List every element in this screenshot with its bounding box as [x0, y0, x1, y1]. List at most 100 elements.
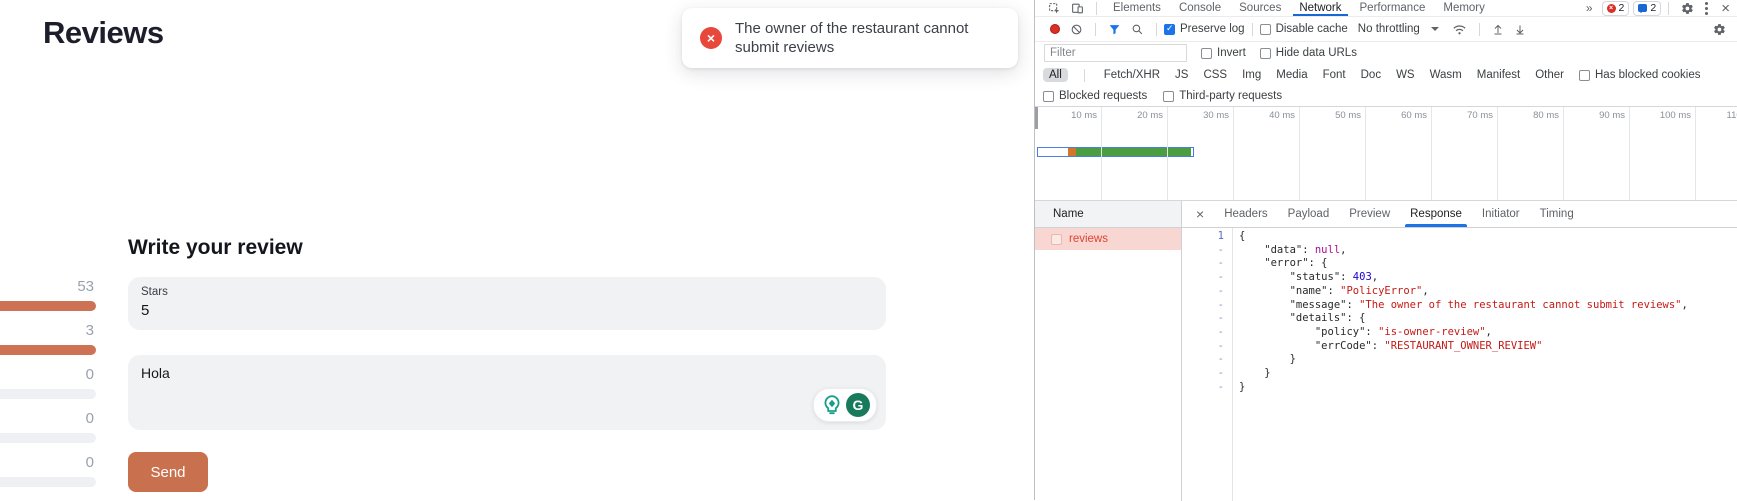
type-filter-css[interactable]: CSS [1200, 68, 1230, 82]
more-tabs-button[interactable]: » [1581, 1, 1598, 15]
request-waterfall-bar[interactable] [1037, 147, 1194, 157]
third-party-requests-group: Third-party requests [1163, 90, 1282, 102]
hide-data-urls-checkbox[interactable] [1260, 48, 1271, 59]
send-button[interactable]: Send [128, 452, 208, 492]
code-line: } [1239, 353, 1688, 367]
stars-select-field[interactable]: Stars 5 [128, 277, 886, 330]
detail-tab-payload[interactable]: Payload [1278, 201, 1340, 227]
filter-input[interactable] [1044, 44, 1187, 62]
type-filter-list: All Fetch/XHR JS CSS Img Media Font Doc WS Wasm Ma… [1043, 68, 1567, 82]
fold-marker[interactable]: - [1182, 326, 1224, 340]
code-line: "details": { [1239, 312, 1688, 326]
type-filter-img[interactable]: Img [1239, 68, 1264, 82]
tab-console[interactable]: Console [1170, 0, 1230, 16]
timeline-tick-label: 20 ms [1137, 110, 1167, 121]
grammarly-widget[interactable]: G [813, 388, 877, 422]
filter-funnel-icon[interactable] [1103, 23, 1126, 36]
type-filter-bar: All Fetch/XHR JS CSS Img Media Font Doc WS Wasm Ma… [1035, 64, 1737, 86]
throttling-select[interactable]: No throttling [1358, 23, 1439, 35]
rating-bar [0, 301, 96, 311]
fold-marker[interactable]: - [1182, 312, 1224, 326]
timeline[interactable]: 10 ms20 ms30 ms40 ms50 ms60 ms70 ms80 ms… [1035, 107, 1737, 201]
devtools-menu-kebab-icon[interactable] [1699, 2, 1714, 15]
blocked-requests-checkbox[interactable] [1043, 91, 1054, 102]
fold-marker[interactable]: - [1182, 285, 1224, 299]
tab-sources[interactable]: Sources [1230, 0, 1290, 16]
type-filter-manifest[interactable]: Manifest [1474, 68, 1523, 82]
timeline-tick-label: 80 ms [1533, 110, 1563, 121]
waterfall-connecting-segment [1068, 148, 1076, 156]
issues-badge[interactable]: 2 [1633, 1, 1661, 16]
device-toolbar-icon[interactable] [1066, 2, 1089, 15]
devtools-panel: ElementsConsoleSourcesNetworkPerformance… [1034, 0, 1737, 500]
code-line: "message": "The owner of the restaurant … [1239, 299, 1688, 313]
network-settings-gear-icon[interactable] [1708, 23, 1731, 36]
request-row[interactable]: reviews [1035, 228, 1181, 250]
fold-marker[interactable]: - [1182, 353, 1224, 367]
console-errors-badge[interactable]: × 2 [1602, 1, 1630, 16]
separator [1156, 23, 1157, 36]
code-line: "policy": "is-owner-review", [1239, 326, 1688, 340]
name-column-header[interactable]: Name [1035, 201, 1182, 228]
search-icon[interactable] [1126, 23, 1149, 36]
type-filter-wasm[interactable]: Wasm [1427, 68, 1465, 82]
fold-marker[interactable]: - [1182, 299, 1224, 313]
tab-memory[interactable]: Memory [1434, 0, 1494, 16]
timeline-gridline [1365, 107, 1366, 200]
devtools-settings-gear-icon[interactable] [1676, 2, 1699, 15]
grammarly-logo-icon[interactable]: G [846, 393, 870, 417]
export-har-icon[interactable] [1509, 23, 1531, 36]
close-detail-pane-icon[interactable]: × [1182, 206, 1214, 222]
detail-tab-initiator[interactable]: Initiator [1472, 201, 1530, 227]
clear-network-log-icon[interactable] [1065, 23, 1088, 36]
type-filter-all[interactable]: All [1043, 68, 1068, 82]
timeline-gridline [1101, 107, 1102, 200]
response-viewer: 1----------- { "data": null, "error": { … [1182, 228, 1737, 501]
code-line: } [1239, 367, 1688, 381]
request-row-checkbox[interactable] [1051, 234, 1062, 245]
disable-cache-checkbox[interactable] [1260, 24, 1271, 35]
fold-marker[interactable]: - [1182, 381, 1224, 395]
review-textarea[interactable]: Hola G [128, 355, 886, 430]
invert-checkbox[interactable] [1201, 48, 1212, 59]
devtools-close-icon[interactable]: × [1714, 0, 1737, 17]
type-filter-js[interactable]: JS [1172, 68, 1191, 82]
type-filter-font[interactable]: Font [1320, 68, 1349, 82]
has-blocked-cookies-group: Has blocked cookies [1579, 69, 1700, 81]
detail-tab-timing[interactable]: Timing [1530, 201, 1584, 227]
preserve-log-group: Preserve log [1164, 23, 1245, 35]
grammarly-suggestion-icon[interactable] [820, 393, 844, 417]
timeline-tick-label: 70 ms [1467, 110, 1497, 121]
network-conditions-icon[interactable] [1447, 23, 1472, 36]
timeline-tick-label: 10 ms [1071, 110, 1101, 121]
fold-marker[interactable]: - [1182, 367, 1224, 381]
tab-network[interactable]: Network [1290, 0, 1350, 16]
rating-bar [0, 345, 96, 355]
fold-marker[interactable]: - [1182, 257, 1224, 271]
detail-tab-headers[interactable]: Headers [1214, 201, 1277, 227]
detail-tabs-bar: × HeadersPayloadPreviewResponseInitiator… [1182, 201, 1737, 228]
timeline-tick-label: 60 ms [1401, 110, 1431, 121]
detail-tab-response[interactable]: Response [1400, 201, 1472, 227]
blocked-requests-label: Blocked requests [1059, 90, 1147, 102]
tab-performance[interactable]: Performance [1351, 0, 1435, 16]
type-filter-other[interactable]: Other [1532, 68, 1567, 82]
type-filter-doc[interactable]: Doc [1358, 68, 1384, 82]
tab-elements[interactable]: Elements [1104, 0, 1170, 16]
fold-marker[interactable]: - [1182, 244, 1224, 258]
record-network-log-button[interactable] [1045, 24, 1065, 34]
error-icon: × [1607, 4, 1616, 13]
preserve-log-checkbox[interactable] [1164, 24, 1175, 35]
code-line: { [1239, 230, 1688, 244]
has-blocked-cookies-checkbox[interactable] [1579, 70, 1590, 81]
fold-marker[interactable]: - [1182, 340, 1224, 354]
inspect-element-icon[interactable] [1043, 2, 1066, 15]
timeline-tick-label: 40 ms [1269, 110, 1299, 121]
import-har-icon[interactable] [1487, 23, 1509, 36]
type-filter-ws[interactable]: WS [1393, 68, 1418, 82]
type-filter-fetchxhr[interactable]: Fetch/XHR [1101, 68, 1163, 82]
detail-tab-preview[interactable]: Preview [1339, 201, 1400, 227]
third-party-requests-checkbox[interactable] [1163, 91, 1174, 102]
fold-marker[interactable]: - [1182, 271, 1224, 285]
type-filter-media[interactable]: Media [1273, 68, 1310, 82]
